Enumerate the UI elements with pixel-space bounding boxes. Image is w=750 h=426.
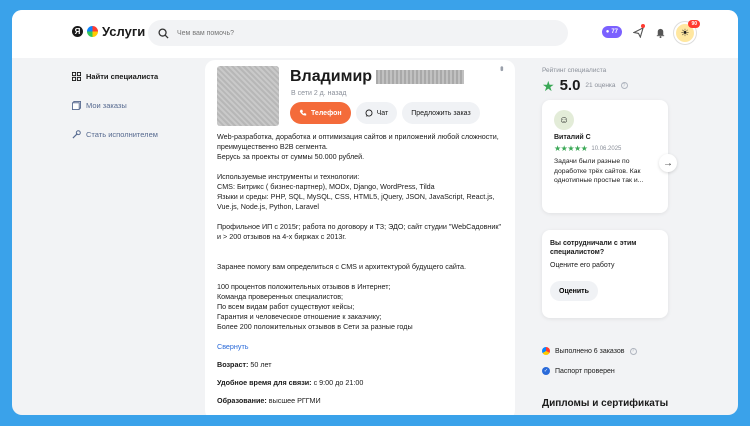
reviewer-avatar: ☺ <box>554 110 574 130</box>
rating-count: 21 оценка <box>585 82 616 89</box>
reviewer-name: Виталий С <box>554 134 591 141</box>
description-paragraph: Web-разработка, доработка и оптимизация … <box>217 132 499 161</box>
profile-photo-blurred <box>217 66 279 126</box>
info-icon[interactable]: ? <box>620 82 628 89</box>
right-column: Рейтинг специалиста ★ 5.0 21 оценка ? ☺ … <box>542 67 702 409</box>
unread-dot <box>641 24 645 28</box>
surname-redacted <box>376 70 465 84</box>
rating-label: Рейтинг специалиста <box>542 67 607 74</box>
description-paragraph: Заранее помогу вам определиться с CMS и … <box>217 262 467 271</box>
bell-icon[interactable] <box>654 26 666 38</box>
cooperation-card: Вы сотрудничали с этим специалистом? Оце… <box>542 230 668 318</box>
profile-description: Web-разработка, доработка и оптимизация … <box>217 132 507 414</box>
stat-label: Выполнено 6 заказов <box>555 347 625 355</box>
logo-text: Услуги <box>102 24 146 39</box>
services-ball-icon <box>87 26 98 37</box>
reviewer-avatar-icon: ☺ <box>558 114 570 126</box>
credits-count: 77 <box>611 29 618 35</box>
user-avatar[interactable]: ☀ 90 <box>674 20 700 44</box>
offer-order-label: Предложить заказ <box>411 109 471 117</box>
profile-name: Владимир <box>290 68 373 85</box>
review-date: 10.06.2025 <box>591 145 622 152</box>
phone-icon <box>299 109 307 116</box>
sidebar-item-my-orders[interactable]: Мои заказы <box>72 101 202 110</box>
rating-value: 5.0 <box>559 77 581 94</box>
next-review-arrow-icon[interactable]: → <box>659 154 677 172</box>
description-paragraph: Профильное ИП с 2015г; работа по договор… <box>217 222 502 241</box>
phone-button[interactable]: Телефон <box>290 102 351 124</box>
cooperation-subtitle: Оцените его работу <box>550 262 615 269</box>
header-icons: ● 77 <box>601 24 666 38</box>
browser-frame: Я Услуги ●77 ☀ 90 Найти специалиста <box>12 10 738 415</box>
rating-row: ★ 5.0 21 оценка ? <box>542 77 702 94</box>
search-bar[interactable] <box>148 20 568 46</box>
profile-facts: Возраст: 50 лет Удобное время для связи:… <box>217 360 507 406</box>
cooperation-title: Вы сотрудничали с этим специалистом? <box>550 240 637 256</box>
fact-label: Возраст: <box>217 360 249 369</box>
star-icon: ★ <box>542 77 555 94</box>
sidebar-item-label: Найти специалиста <box>86 72 159 81</box>
review-stars-icon: ★★★★★ <box>554 144 588 153</box>
review-card[interactable]: ☺ Виталий С ★★★★★ 10.06.2025 Задачи были… <box>542 100 668 213</box>
offer-order-button[interactable]: Предложить заказ <box>402 102 480 124</box>
fact-education: Образование: высшее РГГМИ <box>217 396 507 406</box>
stat-label: Паспорт проверен <box>555 367 615 375</box>
fact-label: Удобное время для связи: <box>217 378 312 387</box>
orders-icon <box>72 101 81 110</box>
description-paragraph: 100 процентов положительных отзывов в Ин… <box>217 282 413 331</box>
send-icon[interactable] <box>632 24 645 38</box>
sun-avatar-icon: ☀ <box>680 27 690 39</box>
description-paragraph: Используемые инструменты и технологии: C… <box>217 172 495 211</box>
fact-label: Образование: <box>217 396 267 405</box>
chat-bubble-icon <box>365 109 373 117</box>
services-ball-icon <box>542 347 550 355</box>
review-text: Задачи были разные по доработке трёх сай… <box>554 158 644 184</box>
chat-button[interactable]: Чат <box>355 102 398 124</box>
logo[interactable]: Я Услуги <box>72 24 145 39</box>
fact-value: с 9:00 до 21:00 <box>313 378 364 387</box>
coin-icon: ● <box>605 29 610 35</box>
online-status: В сети 2 д. назад <box>291 90 347 97</box>
fact-value: 50 лет <box>250 360 272 369</box>
verified-check-icon: ✓ <box>542 367 550 375</box>
review-stars-row: ★★★★★ 10.06.2025 <box>554 144 656 153</box>
rate-button[interactable]: Оценить <box>550 281 598 301</box>
credits-badge[interactable]: ● 77 <box>601 26 622 38</box>
sidebar-item-become-contractor[interactable]: Стать исполнителем <box>72 130 202 139</box>
chat-button-label: Чат <box>376 109 389 117</box>
collapse-link[interactable]: Свернуть <box>217 342 249 352</box>
diplomas-title: Дипломы и сертификаты <box>542 398 669 409</box>
search-icon <box>158 27 169 39</box>
sidebar-item-label: Мои заказы <box>86 101 127 110</box>
left-sidebar: Найти специалиста Мои заказы Стать испол… <box>72 72 202 159</box>
sidebar-item-label: Стать исполнителем <box>86 130 158 139</box>
search-input[interactable] <box>177 29 537 37</box>
avatar-count-badge: 90 <box>688 20 700 28</box>
wrench-icon <box>72 130 81 139</box>
more-options-icon[interactable]: ••• <box>497 66 507 69</box>
top-header: Я Услуги ●77 ☀ 90 <box>12 10 738 58</box>
sidebar-item-find-specialist[interactable]: Найти специалиста <box>72 72 202 81</box>
fact-contact-time: Удобное время для связи: с 9:00 до 21:00 <box>217 378 507 388</box>
phone-button-label: Телефон <box>311 109 342 117</box>
profile-actions: Телефон Чат Предложить заказ <box>290 102 480 124</box>
fact-value: высшее РГГМИ <box>268 396 321 405</box>
grid-icon <box>72 72 81 81</box>
fact-age: Возраст: 50 лет <box>217 360 507 370</box>
stat-passport: ✓ Паспорт проверен <box>542 367 615 375</box>
profile-card: Владимир В сети 2 д. назад ••• Телефон Ч… <box>205 60 515 415</box>
info-icon[interactable]: ? <box>629 347 637 355</box>
profile-name-row: Владимир <box>290 68 465 86</box>
stat-orders-done: Выполнено 6 заказов ? <box>542 347 637 355</box>
yandex-logo-icon: Я <box>72 26 83 37</box>
